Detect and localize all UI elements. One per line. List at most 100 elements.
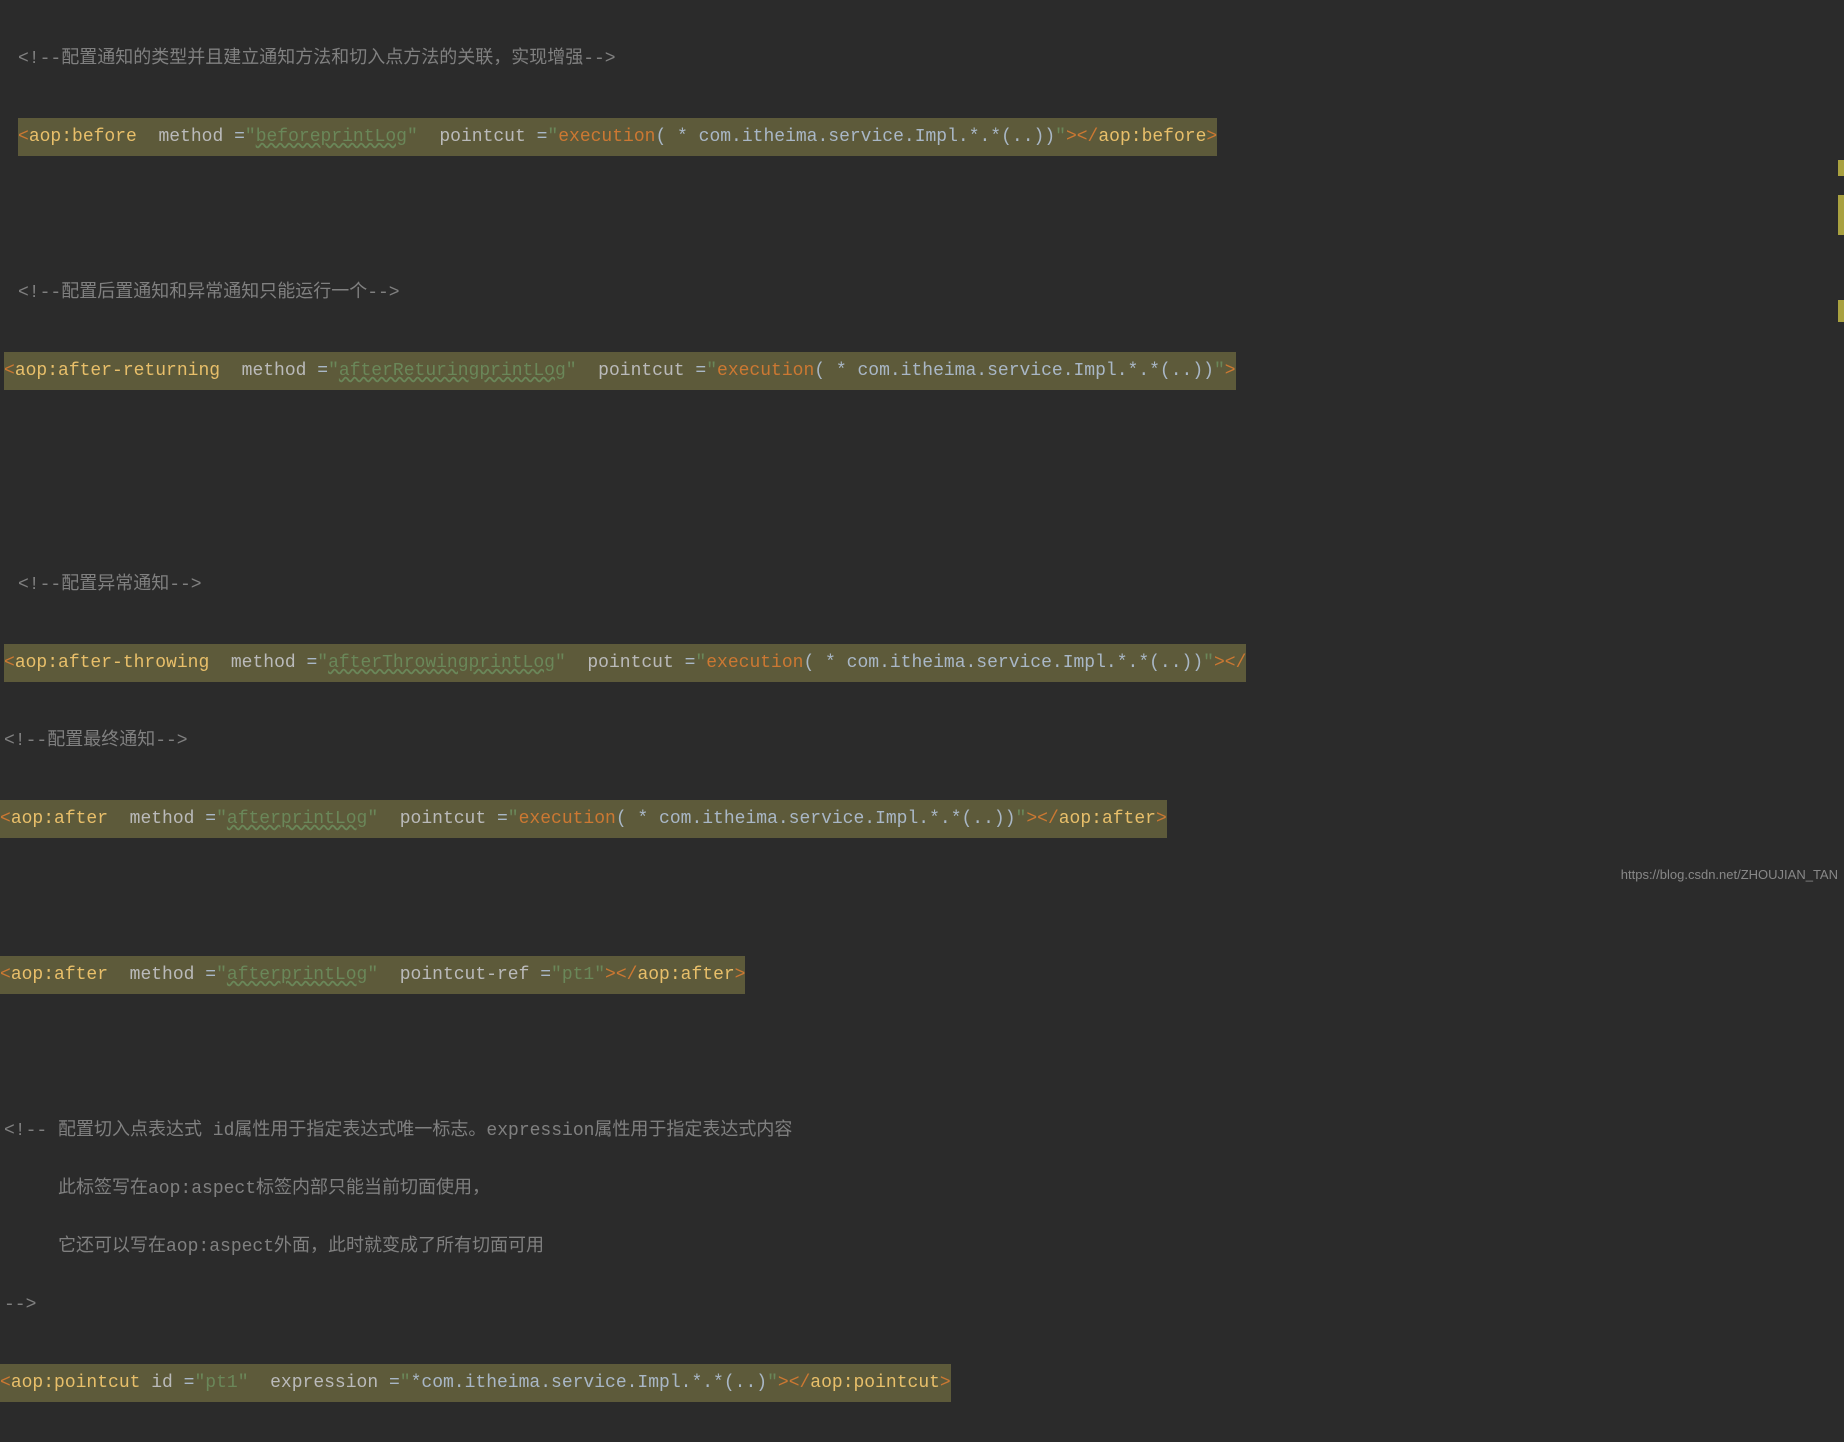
editor-marker [1838,160,1844,176]
tag-aop-before: aop:before [29,127,137,147]
xml-comment: 它还可以写在aop:aspect外面，此时就变成了所有切面可用 [4,1237,544,1257]
quote-close: " [1214,361,1225,381]
expr-open: ( * [655,127,698,147]
blank-line [0,1034,1844,1072]
bracket-close: > [778,1373,789,1393]
execution-keyword: execution [519,809,616,829]
quote-open: " [216,965,227,985]
code-line: <aop:after method ="afterprintLog" point… [0,800,1844,838]
close-tag-open: </ [616,965,638,985]
blank-line [0,430,1844,468]
equals: = [306,653,317,673]
highlight-span: <aop:pointcut id ="pt1" expression ="*co… [0,1364,951,1402]
code-line: <aop:pointcut id ="pt1" expression ="*co… [0,1364,1844,1402]
quote-open: " [551,965,562,985]
quote-close: " [1055,127,1066,147]
editor-marker [1838,195,1844,235]
attr-method: method [231,653,296,673]
attr-method: method [130,809,195,829]
equals: = [497,809,508,829]
quote-close: " [767,1373,778,1393]
expr-open: ( * [803,653,846,673]
expr-body: com.itheima.service.Impl.*.*(..)) [857,361,1213,381]
execution-keyword: execution [558,127,655,147]
pointcut-ref-value: pt1 [562,965,594,985]
code-line: <aop:after method ="afterprintLog" point… [0,956,1844,994]
bracket-close: > [1225,361,1236,381]
quote-open: " [245,127,256,147]
bracket-open: < [0,1373,11,1393]
tag-aop-pointcut-close: aop:pointcut [810,1373,940,1393]
equals: = [205,965,216,985]
equals: = [695,361,706,381]
code-line: 此标签写在aop:aspect标签内部只能当前切面使用， [0,1170,1844,1208]
quote-close: " [1203,653,1214,673]
xml-comment: <!--配置异常通知--> [18,575,202,595]
quote-open: " [317,653,328,673]
expr-open: ( * [814,361,857,381]
tag-aop-before-close: aop:before [1098,127,1206,147]
code-line: <aop:before method ="beforeprintLog" poi… [0,118,1844,156]
bracket-open: < [18,127,29,147]
quote-close: " [1016,809,1027,829]
close-tag-open: </ [1225,653,1247,673]
bracket-close: > [1026,809,1037,829]
quote-open: " [706,361,717,381]
close-tag-open: </ [1037,809,1059,829]
attr-pointcut: pointcut [587,653,673,673]
bracket-open: < [0,809,11,829]
code-line: <!--配置异常通知--> [0,566,1844,604]
quote-open: " [216,809,227,829]
bracket-open: < [4,361,15,381]
bracket-close: > [735,965,746,985]
blank-line [0,488,1844,526]
attr-pointcut: pointcut [439,127,525,147]
equals: = [205,809,216,829]
equals: = [537,127,548,147]
attr-pointcut: pointcut [400,809,486,829]
equals: = [184,1373,195,1393]
equals: = [540,965,551,985]
code-line: --> [0,1286,1844,1324]
quote-close: " [238,1373,249,1393]
code-line: <!-- 配置切入点表达式 id属性用于指定表达式唯一标志。expression… [0,1112,1844,1150]
expr-body: com.itheima.service.Impl.*.*(..)) [699,127,1055,147]
quote-close: " [555,653,566,673]
bracket-close: > [1156,809,1167,829]
highlight-span: <aop:after method ="afterprintLog" point… [0,956,745,994]
bracket-close: > [1066,127,1077,147]
code-editor[interactable]: <!--配置通知的类型并且建立通知方法和切入点方法的关联，实现增强--> <ao… [0,0,1844,1442]
expr-open: ( * [616,809,659,829]
bracket-open: < [0,965,11,985]
xml-comment: --> [4,1295,36,1315]
attr-method: method [242,361,307,381]
highlight-span: <aop:before method ="beforeprintLog" poi… [18,118,1217,156]
quote-close: " [367,965,378,985]
quote-open: " [695,653,706,673]
tag-aop-pointcut: aop:pointcut [11,1373,141,1393]
equals: = [685,653,696,673]
quote-open: " [508,809,519,829]
id-value: pt1 [205,1373,237,1393]
equals: = [234,127,245,147]
blank-line [0,878,1844,916]
code-line: <!--配置通知的类型并且建立通知方法和切入点方法的关联，实现增强--> [0,40,1844,78]
attr-method: method [158,127,223,147]
execution-keyword: execution [706,653,803,673]
highlight-span: <aop:after method ="afterprintLog" point… [0,800,1167,838]
bracket-close: > [605,965,616,985]
highlight-span: <aop:after-returning method ="afterRetur… [4,352,1236,390]
expr-body: com.itheima.service.Impl.*.*(..)) [847,653,1203,673]
quote-close: " [566,361,577,381]
quote-open: " [328,361,339,381]
attr-id: id [151,1373,173,1393]
highlight-span: <aop:after-throwing method ="afterThrowi… [4,644,1246,682]
tag-aop-after: aop:after [11,965,108,985]
quote-close: " [367,809,378,829]
code-line: 它还可以写在aop:aspect外面，此时就变成了所有切面可用 [0,1228,1844,1266]
method-value: afterReturingprintLog [339,361,566,381]
attr-pointcut: pointcut [598,361,684,381]
bracket-open: < [4,653,15,673]
xml-comment: <!--配置最终通知--> [4,731,188,751]
blank-line [0,196,1844,234]
